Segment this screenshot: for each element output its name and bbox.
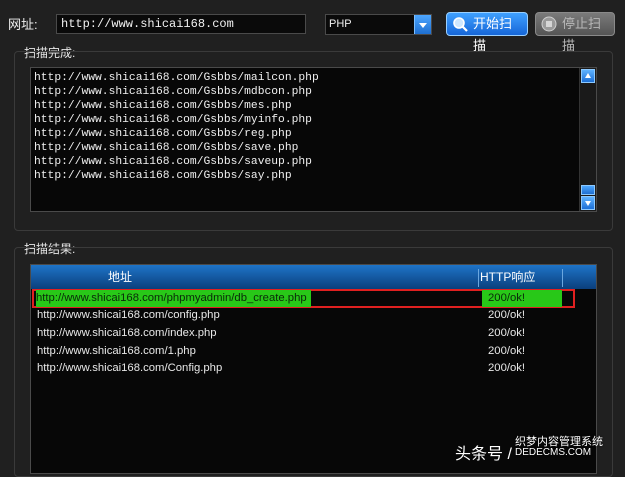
row-url: http://www.shicai168.com/Config.php xyxy=(37,362,223,374)
row-url: http://www.shicai168.com/phpmyadmin/db_c… xyxy=(36,290,311,307)
row-url: http://www.shicai168.com/1.php xyxy=(37,345,196,357)
row-url: http://www.shicai168.com/index.php xyxy=(37,327,217,339)
row-status: 200/ok! xyxy=(482,290,562,307)
row-status: 200/ok! xyxy=(488,327,526,339)
log-line: http://www.shicai168.com/Gsbbs/myinfo.ph… xyxy=(34,114,312,126)
results-table-header: 地址 HTTP响应 xyxy=(31,265,596,289)
scroll-up-icon[interactable] xyxy=(581,69,595,83)
scroll-thumb[interactable] xyxy=(581,185,595,195)
column-header-address-label: 地址 xyxy=(107,270,132,284)
scroll-down-icon[interactable] xyxy=(581,196,595,210)
stop-icon xyxy=(541,16,557,32)
url-input[interactable] xyxy=(56,14,306,34)
row-status: 200/ok! xyxy=(488,309,526,321)
column-header-http[interactable]: HTTP响应 xyxy=(480,265,564,289)
table-row-selected[interactable]: http://www.shicai168.com/phpmyadmin/db_c… xyxy=(32,289,575,308)
log-line: http://www.shicai168.com/Gsbbs/mes.php xyxy=(34,100,292,112)
column-divider[interactable] xyxy=(562,269,563,287)
column-divider[interactable] xyxy=(478,269,479,287)
table-row[interactable]: http://www.shicai168.com/index.php 200/o… xyxy=(31,325,596,342)
log-line: http://www.shicai168.com/Gsbbs/mailcon.p… xyxy=(34,72,319,84)
log-line: http://www.shicai168.com/Gsbbs/saveup.ph… xyxy=(34,156,312,168)
column-header-address[interactable]: 地址 xyxy=(31,265,477,289)
url-label: 网址: xyxy=(8,17,38,32)
watermark-author: 头条号 / xyxy=(455,446,512,463)
scan-progress-log[interactable]: http://www.shicai168.com/Gsbbs/mailcon.p… xyxy=(30,67,597,212)
start-scan-label: 开始扫描 xyxy=(473,16,513,53)
row-status: 200/ok! xyxy=(488,345,526,357)
table-row[interactable]: http://www.shicai168.com/1.php 200/ok! xyxy=(31,343,596,360)
stop-scan-button[interactable]: 停止扫描 xyxy=(535,12,615,53)
watermark-site-domain: DEDECMS.COM xyxy=(515,447,592,458)
start-scan-button[interactable]: 开始扫描 xyxy=(446,12,528,53)
log-line: http://www.shicai168.com/Gsbbs/save.php xyxy=(34,142,299,154)
script-type-select[interactable]: PHP xyxy=(325,14,432,35)
search-icon xyxy=(453,17,468,32)
script-type-value: PHP xyxy=(329,18,352,30)
log-line: http://www.shicai168.com/Gsbbs/say.php xyxy=(34,170,292,182)
log-line: http://www.shicai168.com/Gsbbs/mdbcon.ph… xyxy=(34,86,312,98)
chevron-down-icon[interactable] xyxy=(414,15,431,34)
table-row[interactable]: http://www.shicai168.com/config.php 200/… xyxy=(31,307,596,324)
toolbar: 网址: PHP 开始扫描 停止扫描 xyxy=(0,0,625,53)
log-scrollbar[interactable] xyxy=(579,68,596,211)
stop-scan-label: 停止扫描 xyxy=(562,16,602,53)
log-line: http://www.shicai168.com/Gsbbs/reg.php xyxy=(34,128,292,140)
log-lines: http://www.shicai168.com/Gsbbs/mailcon.p… xyxy=(34,71,319,183)
table-row[interactable]: http://www.shicai168.com/Config.php 200/… xyxy=(31,360,596,377)
row-status: 200/ok! xyxy=(488,362,526,374)
row-url: http://www.shicai168.com/config.php xyxy=(37,309,220,321)
results-table[interactable]: 地址 HTTP响应 http://www.shicai168.com/phpmy… xyxy=(30,264,597,474)
